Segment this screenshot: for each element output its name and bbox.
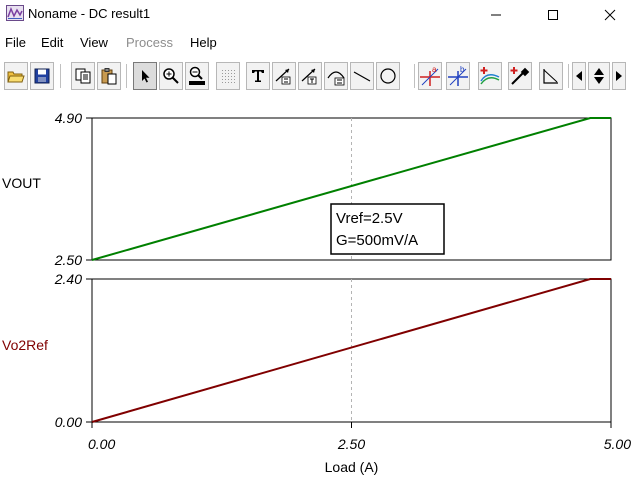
open-icon <box>7 71 25 83</box>
copy-icon <box>75 68 91 84</box>
x-tick-label: 5.00 <box>604 436 631 452</box>
menu-file[interactable]: File <box>5 35 26 50</box>
title-bar: Noname - DC result1 <box>0 0 635 30</box>
grid-button[interactable] <box>216 62 240 90</box>
text-icon <box>252 70 264 82</box>
close-button[interactable] <box>587 0 633 30</box>
scroll-left-icon <box>576 71 582 81</box>
x-tick-label: 0.00 <box>88 436 115 452</box>
vout-ytick-label: 2.50 <box>54 252 82 268</box>
cursor-a-button[interactable] <box>272 62 296 90</box>
toolbar-separator <box>568 64 569 88</box>
cursor-a-icon <box>275 68 291 85</box>
toolbar-scroll-left-button[interactable] <box>572 62 586 90</box>
chart-area: 4.90 2.50 VOUT 2.40 0.00 Vo2Ref 0.00 2.50 5.00 Lo… <box>2 110 631 475</box>
select-arrow-icon <box>142 70 150 83</box>
menu-process[interactable]: Process <box>126 35 173 50</box>
x-axis-label: Load (A) <box>325 459 379 475</box>
close-icon <box>604 9 616 21</box>
zoom-in-icon <box>163 68 179 84</box>
cursor-a-cross-button[interactable]: a <box>418 62 442 90</box>
annotation-gain: G=500mV/A <box>336 232 418 249</box>
cursor-b-icon <box>301 68 317 85</box>
x-tick-label: 2.50 <box>337 436 365 452</box>
select-arrow-button[interactable] <box>133 62 157 90</box>
toolbar-scroll-right-button[interactable] <box>612 62 626 90</box>
annotation-vref: Vref=2.5V <box>336 210 403 227</box>
maximize-button[interactable] <box>530 0 576 30</box>
marker-icon <box>327 71 345 86</box>
vo2ref-ytick-label: 2.40 <box>54 271 82 287</box>
window-title: Noname - DC result1 <box>28 6 151 21</box>
cursor-a-cross-icon: a <box>420 65 440 86</box>
menu-edit[interactable]: Edit <box>41 35 63 50</box>
toolbar: a b <box>0 60 635 98</box>
vout-ytick-label: 4.90 <box>55 110 82 126</box>
toolbar-separator <box>60 64 61 88</box>
minimize-button[interactable] <box>473 0 519 30</box>
menu-view[interactable]: View <box>80 35 108 50</box>
slope-icon <box>543 69 558 84</box>
toolbar-separator <box>414 64 415 88</box>
svg-text:b: b <box>460 65 465 74</box>
marker-button[interactable] <box>324 62 348 90</box>
text-button[interactable] <box>246 62 270 90</box>
circle-button[interactable] <box>376 62 400 90</box>
zoom-in-button[interactable] <box>159 62 183 90</box>
line-button[interactable] <box>350 62 374 90</box>
grid-icon <box>222 70 235 83</box>
open-button[interactable] <box>4 62 28 90</box>
menu-help[interactable]: Help <box>190 35 217 50</box>
circle-icon <box>380 68 396 84</box>
vout-ylabel: VOUT <box>2 175 41 191</box>
vo2ref-ytick-label: 0.00 <box>55 414 82 430</box>
spin-button[interactable] <box>588 62 610 90</box>
minimize-icon <box>491 14 501 16</box>
copy-button[interactable] <box>71 62 95 90</box>
zoom-100-button[interactable] <box>185 62 209 90</box>
paste-icon <box>101 68 117 85</box>
curve-add-icon <box>480 67 500 85</box>
svg-text:a: a <box>432 65 437 74</box>
color-picker-icon <box>510 67 530 85</box>
save-button[interactable] <box>30 62 54 90</box>
paste-button[interactable] <box>97 62 121 90</box>
save-icon <box>34 68 50 84</box>
toolbar-separator <box>126 64 127 88</box>
slope-button[interactable] <box>539 62 563 90</box>
curve-add-button[interactable] <box>478 62 502 90</box>
color-picker-button[interactable] <box>508 62 532 90</box>
maximize-icon <box>548 10 558 20</box>
cursor-b-button[interactable] <box>298 62 322 90</box>
app-icon[interactable] <box>6 5 24 26</box>
spin-down-icon[interactable] <box>593 76 605 86</box>
menu-bar: File Edit View Process Help <box>0 31 635 53</box>
spin-up-icon[interactable] <box>593 66 605 76</box>
scroll-right-icon <box>616 71 622 81</box>
cursor-b-cross-button[interactable]: b <box>446 62 470 90</box>
zoom-100-icon <box>189 66 205 85</box>
line-icon <box>353 71 371 82</box>
vo2ref-ylabel: Vo2Ref <box>2 337 48 353</box>
cursor-b-cross-icon: b <box>448 65 468 86</box>
